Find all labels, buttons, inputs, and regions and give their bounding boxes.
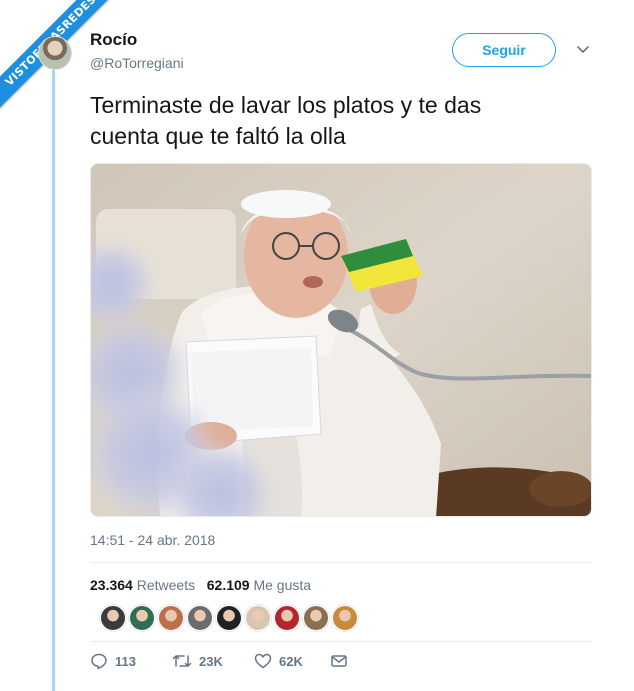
like-count: 62K [279, 653, 303, 669]
thread-rule [52, 70, 55, 691]
likes-label: Me gusta [253, 577, 312, 593]
liker-avatar[interactable] [216, 605, 242, 631]
tweet-actions: 113 23K 62K [90, 652, 370, 676]
reply-icon [91, 653, 107, 670]
chevron-down-icon[interactable] [576, 42, 590, 56]
reply-button[interactable]: 113 [90, 652, 136, 670]
liker-avatar[interactable] [274, 605, 300, 631]
like-button[interactable]: 62K [254, 652, 303, 670]
retweets-label: Retweets [136, 577, 196, 593]
liker-avatar[interactable] [129, 605, 155, 631]
engagement-stats: 23.364 Retweets 62.109 Me gusta [90, 577, 311, 593]
tweet-text-line: Terminaste de lavar los platos y te das [90, 92, 482, 118]
retweet-count: 23K [199, 653, 223, 669]
message-icon [331, 655, 347, 667]
tweet-timestamp[interactable]: 14:51 - 24 abr. 2018 [90, 532, 215, 548]
author-avatar[interactable] [38, 36, 72, 70]
tweet-text-line: cuenta que te faltó la olla [90, 123, 346, 149]
tweet-text: Terminaste de lavar los platos y te das … [90, 90, 590, 152]
retweet-icon [172, 655, 192, 667]
likes-count: 62.109 [206, 577, 250, 593]
liker-avatar[interactable] [187, 605, 213, 631]
reply-count: 113 [115, 653, 136, 669]
liker-avatar[interactable] [332, 605, 358, 631]
retweets-count: 23.364 [90, 577, 133, 593]
liker-avatar[interactable] [245, 605, 271, 631]
retweets-stat[interactable]: 23.364 Retweets [90, 577, 195, 593]
liker-avatar[interactable] [158, 605, 184, 631]
divider [90, 562, 592, 563]
liker-avatar[interactable] [303, 605, 329, 631]
tweet-photo[interactable] [90, 163, 592, 517]
divider [90, 641, 592, 642]
author-name[interactable]: Rocío [90, 30, 137, 50]
author-handle[interactable]: @RoTorregiani [90, 55, 184, 71]
direct-message-button[interactable] [330, 652, 348, 670]
liker-avatar[interactable] [100, 605, 126, 631]
pope-sponge-photo [91, 164, 591, 516]
retweet-button[interactable]: 23K [172, 652, 223, 670]
likes-stat[interactable]: 62.109 Me gusta [207, 577, 311, 593]
follow-button[interactable]: Seguir [452, 33, 556, 67]
heart-icon [254, 653, 272, 669]
